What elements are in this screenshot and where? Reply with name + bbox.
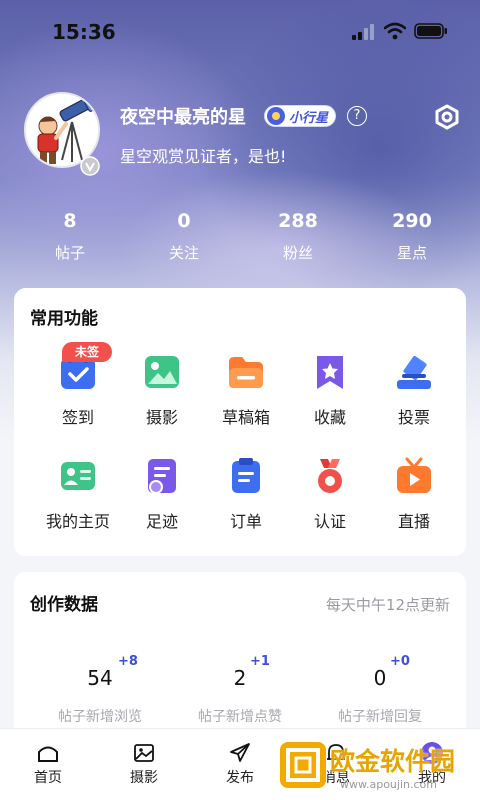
send-icon	[230, 743, 250, 762]
profile-screen: 15:36 夜空中最亮的星 小行星 ? 星空观赏见证者，是也! 8 帖子 0 关…	[0, 0, 480, 800]
func-favorites[interactable]: 收藏	[288, 352, 372, 432]
creation-data-card: 创作数据 每天中午12点更新 54 +8 帖子新增浏览 2 +1 帖子新增点赞 …	[14, 572, 466, 752]
home-icon	[38, 746, 58, 762]
level-label: 小行星	[289, 110, 329, 126]
metric-delta: +1	[250, 654, 270, 669]
stat-posts[interactable]: 8 帖子	[20, 208, 120, 263]
medal-icon	[318, 459, 342, 493]
tab-home[interactable]: 首页	[0, 729, 96, 800]
avatar[interactable]	[24, 92, 100, 178]
level-badge[interactable]: 小行星	[264, 105, 336, 127]
tab-label: 首页	[34, 770, 62, 786]
metric-new-replies[interactable]: 0 +0 帖子新增回复	[310, 654, 450, 736]
metric-label: 帖子新增回复	[338, 709, 422, 725]
tab-photography[interactable]: 摄影	[96, 729, 192, 800]
func-vote[interactable]: 投票	[372, 352, 456, 432]
tab-label: 发布	[226, 770, 254, 786]
stat-label: 星点	[396, 244, 427, 262]
verified-v-icon	[80, 156, 100, 176]
metric-new-views[interactable]: 54 +8 帖子新增浏览	[30, 654, 170, 736]
func-label: 直播	[397, 512, 430, 531]
stat-label: 关注	[168, 244, 199, 262]
footprint-icon	[148, 459, 176, 494]
profile-card-icon	[61, 462, 95, 490]
stat-value: 290	[392, 210, 432, 232]
stat-label: 粉丝	[282, 244, 313, 262]
help-icon[interactable]: ?	[347, 106, 367, 126]
metric-label: 帖子新增浏览	[58, 709, 142, 725]
func-label: 摄影	[145, 408, 178, 427]
live-tv-icon	[397, 457, 431, 493]
func-label: 签到	[61, 408, 94, 427]
func-drafts[interactable]: 草稿箱	[204, 352, 288, 432]
stat-value: 288	[278, 210, 318, 232]
func-certification[interactable]: 认证	[288, 456, 372, 536]
common-functions-card: 常用功能 签到 摄影 草稿箱 收藏 投票 我的主页 足迹 订单 认证 直播	[14, 288, 466, 556]
unsigned-badge: 未签	[62, 342, 112, 362]
tab-publish[interactable]: 发布	[192, 729, 288, 800]
metric-label: 帖子新增点赞	[198, 709, 282, 725]
func-live[interactable]: 直播	[372, 456, 456, 536]
metric-delta: +0	[390, 654, 410, 669]
func-label: 足迹	[145, 512, 178, 531]
profile-name: 夜空中最亮的星	[120, 107, 246, 128]
metric-delta: +8	[118, 654, 138, 669]
func-label: 订单	[229, 512, 262, 531]
settings-hexagon-icon[interactable]	[434, 104, 460, 130]
watermark-logo-icon	[280, 742, 326, 788]
card-title: 常用功能	[30, 309, 98, 329]
func-label: 草稿箱	[221, 408, 270, 427]
profile-bio: 星空观赏见证者，是也!	[120, 147, 287, 166]
photo-icon	[145, 356, 179, 388]
func-photography[interactable]: 摄影	[120, 352, 204, 432]
stat-star-points[interactable]: 290 星点	[362, 208, 462, 263]
stat-value: 0	[177, 210, 191, 232]
watermark-logo-mark	[286, 748, 320, 782]
stat-following[interactable]: 0 关注	[134, 208, 234, 263]
func-my-homepage[interactable]: 我的主页	[36, 456, 120, 536]
battery-icon	[414, 23, 447, 39]
watermark: 欧金软件园 www.apoujin.com	[280, 740, 476, 796]
metric-new-likes[interactable]: 2 +1 帖子新增点赞	[170, 654, 310, 736]
func-label: 我的主页	[45, 512, 110, 531]
tab-label: 摄影	[130, 770, 158, 786]
watermark-text: 欧金软件园	[330, 747, 456, 776]
status-time: 15:36	[52, 20, 116, 44]
folder-icon	[229, 357, 263, 388]
card-title: 创作数据	[30, 595, 98, 615]
metric-value: 0	[373, 666, 387, 690]
photo-icon	[134, 744, 154, 762]
func-footprint[interactable]: 足迹	[120, 456, 204, 536]
stat-label: 帖子	[54, 244, 85, 262]
stat-value: 8	[63, 210, 77, 232]
bookmark-icon	[317, 356, 343, 389]
order-icon	[232, 458, 260, 493]
signal-icon	[352, 24, 374, 40]
wifi-icon	[384, 22, 406, 40]
func-orders[interactable]: 订单	[204, 456, 288, 536]
func-label: 认证	[313, 512, 346, 531]
level-star-icon	[267, 107, 285, 125]
metric-value: 54	[87, 666, 113, 690]
func-label: 投票	[397, 408, 430, 427]
watermark-url: www.apoujin.com	[340, 778, 437, 791]
status-bar: 15:36	[0, 0, 480, 64]
stat-followers[interactable]: 288 粉丝	[248, 208, 348, 263]
vote-icon	[397, 356, 431, 389]
metric-value: 2	[233, 666, 247, 690]
profile-stats: 8 帖子 0 关注 288 粉丝 290 星点	[0, 208, 480, 268]
func-checkin[interactable]: 签到	[36, 352, 120, 432]
func-label: 收藏	[313, 408, 346, 427]
update-note: 每天中午12点更新	[325, 596, 450, 614]
